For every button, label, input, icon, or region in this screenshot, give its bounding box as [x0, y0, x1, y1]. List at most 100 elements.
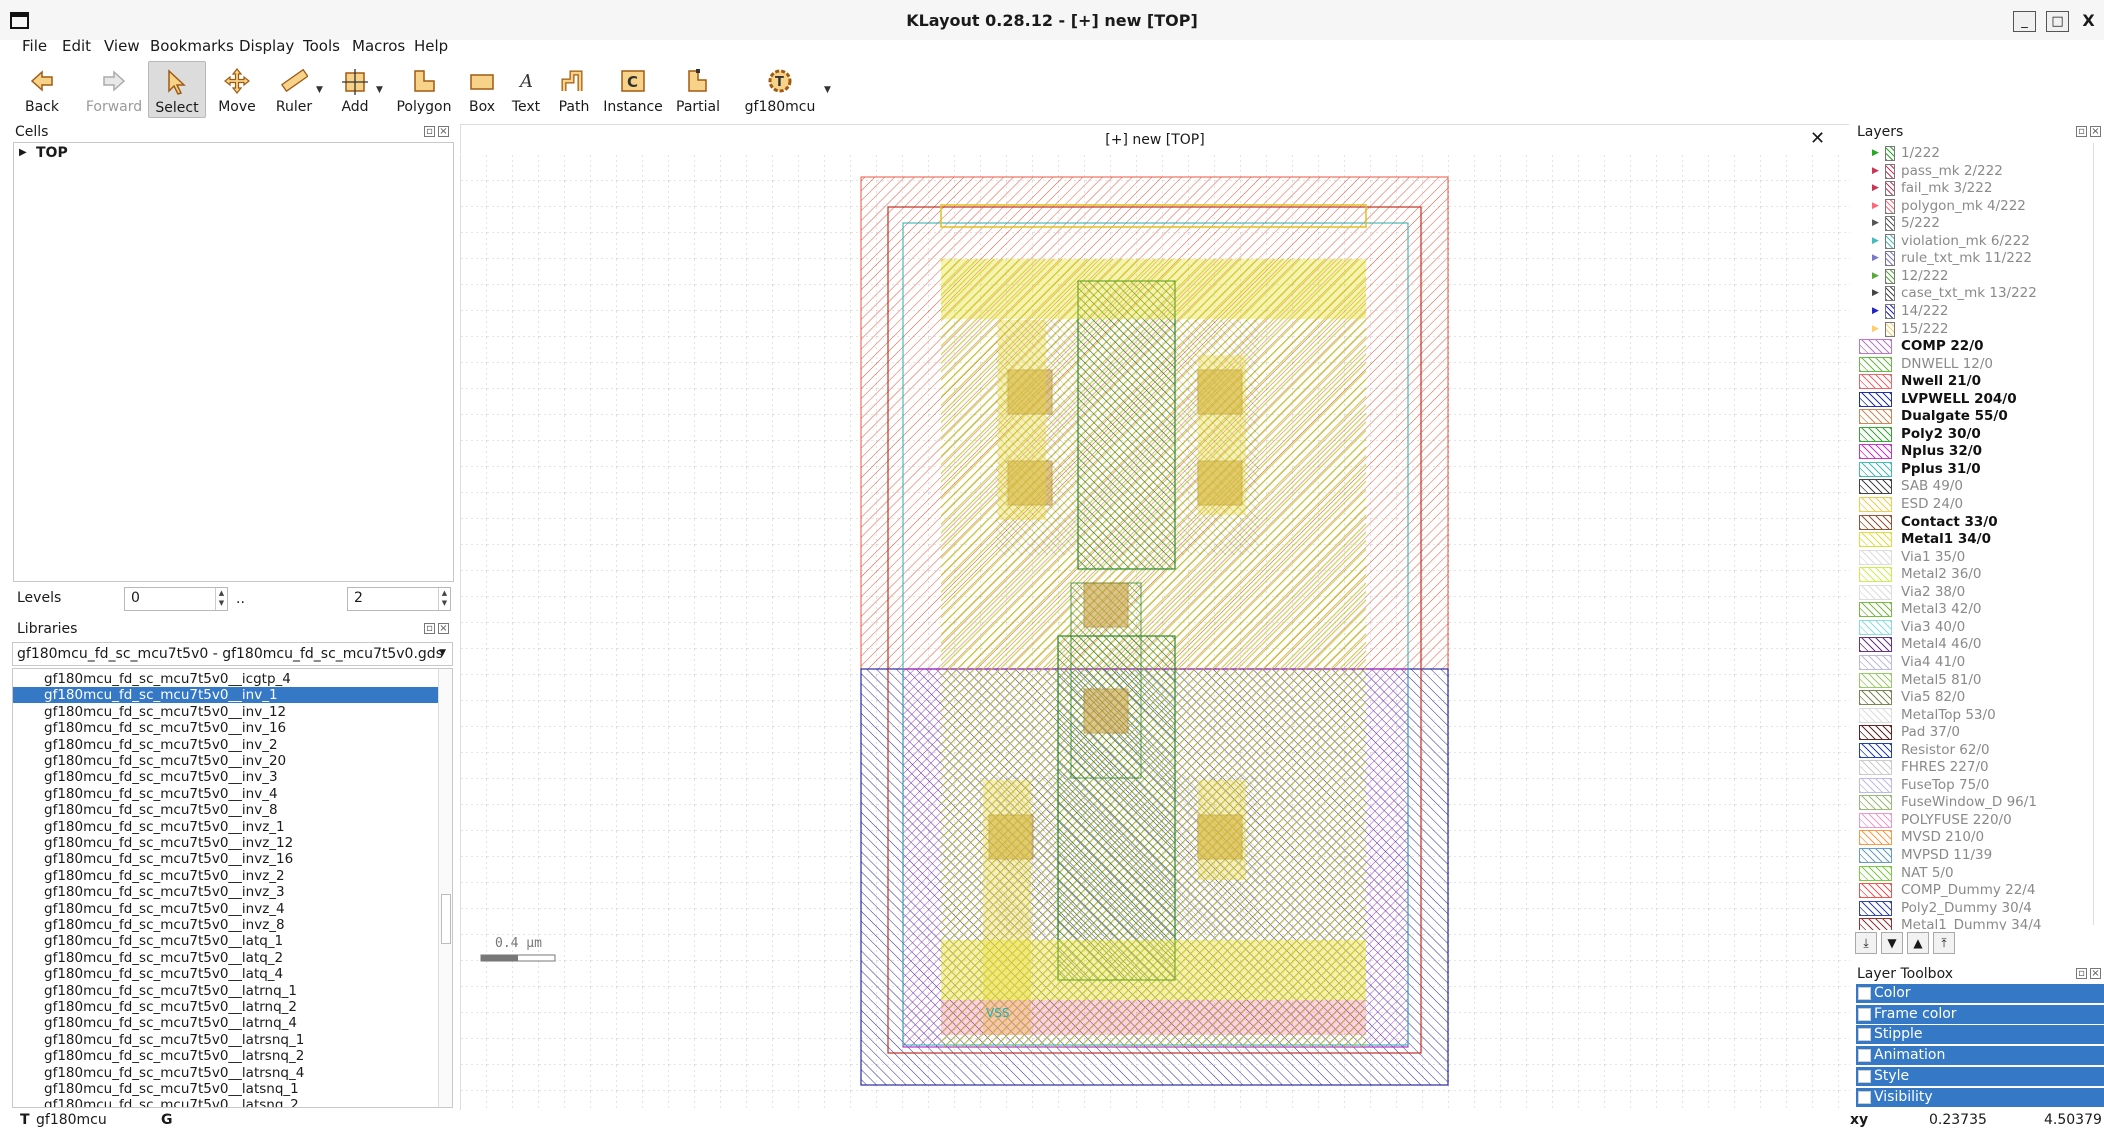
library-cell-item[interactable]: gf180mcu_fd_sc_mcu7t5v0__inv_12 — [13, 704, 438, 720]
menu-tools[interactable]: Tools — [303, 37, 340, 55]
library-cell-list[interactable]: gf180mcu_fd_sc_mcu7t5v0__icgtp_4 gf180mcu… — [12, 668, 453, 1108]
library-scrollbar[interactable] — [438, 669, 452, 1107]
toolbox-item-color[interactable]: Color — [1856, 984, 2104, 1003]
layer-item[interactable]: Contact 33/0 — [1856, 514, 2094, 531]
layer-item[interactable]: Via4 41/0 — [1856, 654, 2094, 671]
library-cell-item[interactable]: gf180mcu_fd_sc_mcu7t5v0__inv_16 — [13, 720, 438, 736]
float-icon[interactable]: ▫ — [2076, 126, 2087, 137]
layer-group-expand-icon[interactable]: ▶ — [1872, 233, 1879, 250]
layer-item[interactable]: ▶ fail_mk 3/222 — [1856, 180, 2094, 197]
layer-item[interactable]: ▶ polygon_mk 4/222 — [1856, 198, 2094, 215]
layer-item[interactable]: ▶ pass_mk 2/222 — [1856, 163, 2094, 180]
expand-box-icon[interactable] — [1858, 1090, 1871, 1104]
menu-macros[interactable]: Macros — [352, 37, 405, 55]
box-tool-button[interactable]: Box — [462, 61, 502, 118]
spin-arrows-icon[interactable]: ▲ ▼ — [215, 588, 227, 610]
toolbox-item-animation[interactable]: Animation — [1856, 1046, 2104, 1066]
layer-item[interactable]: Nplus 32/0 — [1856, 443, 2094, 460]
cell-tree[interactable]: ▶ TOP — [13, 142, 454, 582]
library-cell-item[interactable]: gf180mcu_fd_sc_mcu7t5v0__latsnq_1 — [13, 1081, 438, 1097]
library-cell-item[interactable]: gf180mcu_fd_sc_mcu7t5v0__latq_1 — [13, 933, 438, 949]
menu-bookmarks[interactable]: Bookmarks — [150, 37, 234, 55]
layer-item[interactable]: POLYFUSE 220/0 — [1856, 812, 2094, 829]
layer-item[interactable]: FuseWindow_D 96/1 — [1856, 794, 2094, 811]
move-layer-bottom-icon[interactable]: ⤓ — [1855, 932, 1877, 954]
scroll-thumb[interactable] — [441, 894, 451, 944]
cell-item-top[interactable]: TOP — [36, 145, 68, 161]
layer-item[interactable]: ▶ 14/222 — [1856, 303, 2094, 320]
layer-item[interactable]: MVSD 210/0 — [1856, 829, 2094, 846]
layer-group-expand-icon[interactable]: ▶ — [1872, 285, 1879, 302]
float-icon[interactable]: ▫ — [2076, 968, 2087, 979]
layer-item[interactable]: Metal4 46/0 — [1856, 636, 2094, 653]
library-cell-item[interactable]: gf180mcu_fd_sc_mcu7t5v0__latrnq_4 — [13, 1015, 438, 1031]
layer-item[interactable]: Metal1 34/0 — [1856, 531, 2094, 548]
layer-item[interactable]: ▶ case_txt_mk 13/222 — [1856, 285, 2094, 302]
layer-item[interactable]: Metal5 81/0 — [1856, 672, 2094, 689]
close-icon[interactable]: × — [2090, 968, 2101, 979]
expand-box-icon[interactable] — [1858, 1069, 1871, 1083]
layer-item[interactable]: Pad 37/0 — [1856, 724, 2094, 741]
menu-help[interactable]: Help — [414, 37, 448, 55]
move-layer-up-icon[interactable]: ▲ — [1907, 932, 1929, 954]
layer-item[interactable]: ▶ 5/222 — [1856, 215, 2094, 232]
layer-list[interactable]: ▶ 1/222 ▶ pass_mk 2/222 ▶ fail_mk 3/222 ▶ polyg… — [1856, 142, 2100, 930]
layer-item[interactable]: COMP_Dummy 22/4 — [1856, 882, 2094, 899]
layer-item[interactable]: Via1 35/0 — [1856, 549, 2094, 566]
back-button[interactable]: Back — [14, 61, 70, 118]
library-cell-item[interactable]: gf180mcu_fd_sc_mcu7t5v0__latrnq_1 — [13, 983, 438, 999]
layer-group-expand-icon[interactable]: ▶ — [1872, 303, 1879, 320]
ruler-tool-button[interactable]: Ruler — [266, 61, 322, 118]
layer-item[interactable]: Dualgate 55/0 — [1856, 408, 2094, 425]
float-icon[interactable]: ▫ — [424, 126, 435, 137]
library-cell-item[interactable]: gf180mcu_fd_sc_mcu7t5v0__invz_2 — [13, 868, 438, 884]
library-cell-item[interactable]: gf180mcu_fd_sc_mcu7t5v0__latsnq_2 — [13, 1097, 438, 1107]
maximize-button[interactable]: □ — [2046, 11, 2069, 32]
menu-view[interactable]: View — [104, 37, 140, 55]
layer-item[interactable]: Metal1_Dummy 34/4 — [1856, 917, 2094, 930]
library-cell-item[interactable]: gf180mcu_fd_sc_mcu7t5v0__inv_2 — [13, 737, 438, 753]
library-cell-item[interactable]: gf180mcu_fd_sc_mcu7t5v0__inv_1 — [13, 687, 438, 704]
add-dropdown-icon[interactable]: ▼ — [376, 85, 383, 95]
instance-tool-button[interactable]: C Instance — [600, 61, 666, 118]
close-icon[interactable]: × — [438, 126, 449, 137]
layer-item[interactable]: Metal3 42/0 — [1856, 601, 2094, 618]
expand-arrow-icon[interactable]: ▶ — [19, 147, 27, 158]
library-cell-item[interactable]: gf180mcu_fd_sc_mcu7t5v0__icgtp_4 — [13, 671, 438, 687]
close-icon[interactable]: × — [2090, 126, 2101, 137]
layer-group-expand-icon[interactable]: ▶ — [1872, 250, 1879, 267]
minimize-button[interactable]: _ — [2013, 11, 2036, 32]
library-cell-item[interactable]: gf180mcu_fd_sc_mcu7t5v0__latrsnq_2 — [13, 1048, 438, 1064]
library-cell-item[interactable]: gf180mcu_fd_sc_mcu7t5v0__inv_20 — [13, 753, 438, 769]
menu-edit[interactable]: Edit — [62, 37, 91, 55]
layers-scrollbar[interactable] — [2093, 143, 2103, 925]
layer-group-expand-icon[interactable]: ▶ — [1872, 198, 1879, 215]
library-cell-item[interactable]: gf180mcu_fd_sc_mcu7t5v0__latrsnq_4 — [13, 1065, 438, 1081]
move-layer-down-icon[interactable]: ▼ — [1881, 932, 1903, 954]
library-cell-item[interactable]: gf180mcu_fd_sc_mcu7t5v0__invz_1 — [13, 819, 438, 835]
layer-item[interactable]: ESD 24/0 — [1856, 496, 2094, 513]
move-tool-button[interactable]: Move — [212, 61, 262, 118]
library-cell-item[interactable]: gf180mcu_fd_sc_mcu7t5v0__inv_8 — [13, 802, 438, 818]
forward-button[interactable]: Forward — [74, 61, 154, 118]
layer-item[interactable]: Via5 82/0 — [1856, 689, 2094, 706]
close-tab-icon[interactable]: ✕ — [1810, 128, 1825, 149]
library-cell-item[interactable]: gf180mcu_fd_sc_mcu7t5v0__inv_3 — [13, 769, 438, 785]
layer-group-expand-icon[interactable]: ▶ — [1872, 268, 1879, 285]
expand-box-icon[interactable] — [1858, 1028, 1871, 1042]
layer-item[interactable]: ▶ 15/222 — [1856, 321, 2094, 338]
technology-button[interactable]: T gf180mcu — [742, 61, 818, 118]
library-cell-item[interactable]: gf180mcu_fd_sc_mcu7t5v0__invz_12 — [13, 835, 438, 851]
library-cell-item[interactable]: gf180mcu_fd_sc_mcu7t5v0__invz_4 — [13, 901, 438, 917]
layer-item[interactable]: COMP 22/0 — [1856, 338, 2094, 355]
layer-item[interactable]: Via2 38/0 — [1856, 584, 2094, 601]
ruler-dropdown-icon[interactable]: ▼ — [316, 85, 323, 95]
layer-item[interactable]: Nwell 21/0 — [1856, 373, 2094, 390]
layer-item[interactable]: DNWELL 12/0 — [1856, 356, 2094, 373]
layer-item[interactable]: Resistor 62/0 — [1856, 742, 2094, 759]
library-cell-item[interactable]: gf180mcu_fd_sc_mcu7t5v0__inv_4 — [13, 786, 438, 802]
layer-item[interactable]: MetalTop 53/0 — [1856, 707, 2094, 724]
levels-from-input[interactable]: 0 ▲ ▼ — [124, 587, 228, 611]
layer-group-expand-icon[interactable]: ▶ — [1872, 321, 1879, 338]
expand-box-icon[interactable] — [1858, 987, 1871, 1000]
